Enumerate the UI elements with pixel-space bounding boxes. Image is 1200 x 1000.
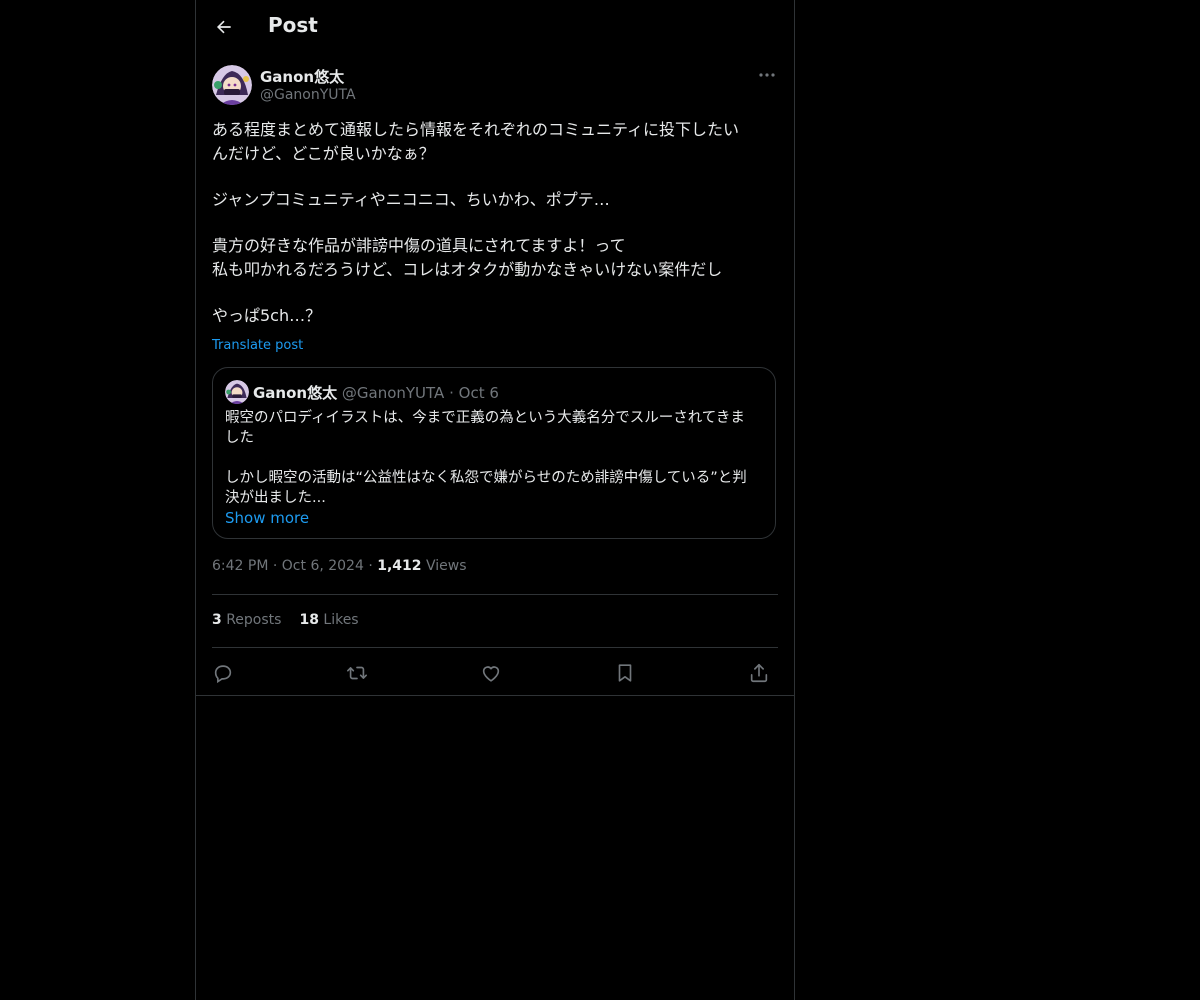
divider xyxy=(196,695,794,696)
share-button[interactable] xyxy=(744,658,774,688)
author-name[interactable]: Ganon悠太 xyxy=(260,66,344,87)
post-time[interactable]: 6:42 PM xyxy=(212,558,268,574)
post-timestamp: 6:42 PM · Oct 6, 2024 · 1,412 Views xyxy=(212,558,467,574)
avatar[interactable] xyxy=(212,65,252,105)
page-title: Post xyxy=(268,13,318,37)
post-text-line: ジャンプコミュニティやニコニコ、ちいかわ、ポプテ… xyxy=(212,190,610,209)
bookmark-icon xyxy=(618,664,632,682)
divider xyxy=(212,594,778,595)
post-text-line: んだけど、どこが良いかなぁ？ xyxy=(212,144,435,163)
show-more-link[interactable]: Show more xyxy=(225,509,309,527)
more-icon xyxy=(759,73,775,77)
quoted-text-line: しかし暇空の活動は“公益性はなく私怨で嫌がらせのため誹謗中傷している”と判 xyxy=(225,470,747,486)
quoted-post-date: Oct 6 xyxy=(458,384,499,402)
quoted-post-meta: Ganon悠太 @GanonYUTA · Oct 6 xyxy=(253,382,499,403)
arrow-left-icon xyxy=(216,20,231,34)
repost-button[interactable] xyxy=(342,658,372,688)
quoted-post[interactable]: Ganon悠太 @GanonYUTA · Oct 6 暇空のパロディイラストは、… xyxy=(212,367,776,539)
post-column: Post Ganon悠太 @GanonYUTA ある程度まとめて通報したら情報を… xyxy=(195,0,795,1000)
likes-stat[interactable]: 18 Likes xyxy=(299,612,358,628)
views-count: 1,412 xyxy=(377,558,422,574)
quoted-text-line: した xyxy=(225,430,254,446)
reposts-count: 3 xyxy=(212,612,222,628)
reply-icon xyxy=(214,665,232,684)
views-label: Views xyxy=(425,558,467,574)
post-text-line: やっぱ5ch…？ xyxy=(212,306,322,325)
post-actions xyxy=(212,656,778,686)
like-icon xyxy=(482,666,500,682)
back-button[interactable] xyxy=(208,11,240,43)
likes-label: Likes xyxy=(323,612,359,628)
separator: · xyxy=(449,384,454,402)
bookmark-button[interactable] xyxy=(610,658,640,688)
translate-post-link[interactable]: Translate post xyxy=(212,338,303,353)
quoted-author-handle: @GanonYUTA xyxy=(341,384,445,402)
post-header: Post xyxy=(196,0,794,53)
share-icon xyxy=(750,663,768,683)
post-text: ある程度まとめて通報したら情報をそれぞれのコミュニティに投下したい んだけど、ど… xyxy=(212,118,778,328)
reply-button[interactable] xyxy=(208,658,238,688)
author-handle[interactable]: @GanonYUTA xyxy=(260,87,356,103)
post-text-line: 貴方の好きな作品が誹謗中傷の道具にされてますよ！って xyxy=(212,236,626,255)
repost-icon xyxy=(347,666,367,680)
quoted-text-line: 決が出ました... xyxy=(225,490,326,506)
more-options-button[interactable] xyxy=(756,66,778,84)
avatar[interactable] xyxy=(225,380,249,404)
separator: · xyxy=(272,558,278,574)
quoted-post-text: 暇空のパロディイラストは、今まで正義の為という大義名分でスルーされてきま した … xyxy=(225,408,765,508)
reposts-stat[interactable]: 3 Reposts xyxy=(212,612,281,628)
like-button[interactable] xyxy=(476,658,506,688)
reposts-label: Reposts xyxy=(226,612,282,628)
separator: · xyxy=(368,558,373,574)
post-date[interactable]: Oct 6, 2024 xyxy=(282,558,364,574)
quoted-author-name: Ganon悠太 xyxy=(253,384,338,402)
post-author: Ganon悠太 @GanonYUTA xyxy=(212,64,778,106)
likes-count: 18 xyxy=(299,612,319,628)
quoted-text-line: 暇空のパロディイラストは、今まで正義の為という大義名分でスルーされてきま xyxy=(225,410,745,426)
post-stats: 3 Reposts 18 Likes xyxy=(212,612,359,628)
post-text-line: 私も叩かれるだろうけど、コレはオタクが動かなきゃいけない案件だし xyxy=(212,260,723,279)
divider xyxy=(212,647,778,648)
post-text-line: ある程度まとめて通報したら情報をそれぞれのコミュニティに投下したい xyxy=(212,120,740,139)
